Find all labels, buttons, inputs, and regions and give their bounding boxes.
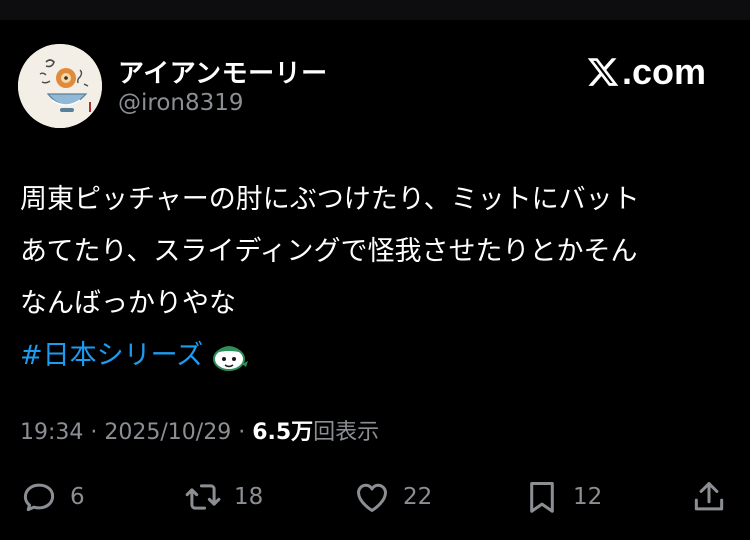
action-bar: 6 18 22 12 [0, 475, 750, 519]
brand-text: .com [621, 51, 706, 92]
x-logo-icon [587, 58, 619, 86]
tweet-card[interactable]: アイアンモーリー @iron8319 .com 周東ピッチャーの肘にぶつけたり、… [0, 20, 750, 540]
views-count: 6.5万 [252, 420, 314, 445]
avatar-illustration [18, 44, 102, 128]
reply-button[interactable]: 6 [20, 475, 85, 519]
bookmark-icon [530, 482, 554, 513]
meta-separator: · [83, 420, 105, 445]
author-display-name[interactable]: アイアンモーリー [118, 53, 328, 90]
avatar[interactable] [18, 44, 102, 128]
tweet-text-line: なんばっかりやな [20, 288, 236, 319]
reply-icon [23, 483, 55, 512]
bookmark-count: 12 [573, 484, 603, 510]
tweet-text-line: あてたり、スライディングで怪我させたりとかそん [20, 236, 638, 267]
tweet-time[interactable]: 19:34 [20, 420, 83, 445]
share-icon [694, 482, 724, 511]
hashflag-mascot-icon [209, 339, 249, 373]
tweet-body: 周東ピッチャーの肘にぶつけたり、ミットにバット あてたり、スライディングで怪我さ… [20, 174, 720, 382]
reply-count: 6 [70, 484, 85, 510]
views-label: 回表示 [313, 420, 380, 445]
retweet-button[interactable]: 18 [184, 475, 263, 519]
heart-icon [357, 483, 387, 512]
bookmark-button[interactable]: 12 [523, 475, 602, 519]
hashtag-link[interactable]: #日本シリーズ [20, 330, 203, 382]
like-count: 22 [403, 484, 433, 510]
tweet-date[interactable]: 2025/10/29 [104, 420, 231, 445]
top-strip [0, 0, 750, 20]
tweet-text-line: 周東ピッチャーの肘にぶつけたり、ミットにバット [20, 184, 640, 215]
tweet-meta: 19:34 · 2025/10/29 · 6.5万回表示 [20, 414, 379, 446]
share-button[interactable] [690, 475, 728, 519]
author-handle[interactable]: @iron8319 [118, 90, 244, 116]
like-button[interactable]: 22 [353, 475, 432, 519]
retweet-count: 18 [234, 484, 264, 510]
retweet-icon [185, 484, 221, 510]
brand-logo: .com [586, 52, 706, 92]
meta-separator: · [231, 420, 253, 445]
hashtag-row: #日本シリーズ [20, 330, 720, 382]
